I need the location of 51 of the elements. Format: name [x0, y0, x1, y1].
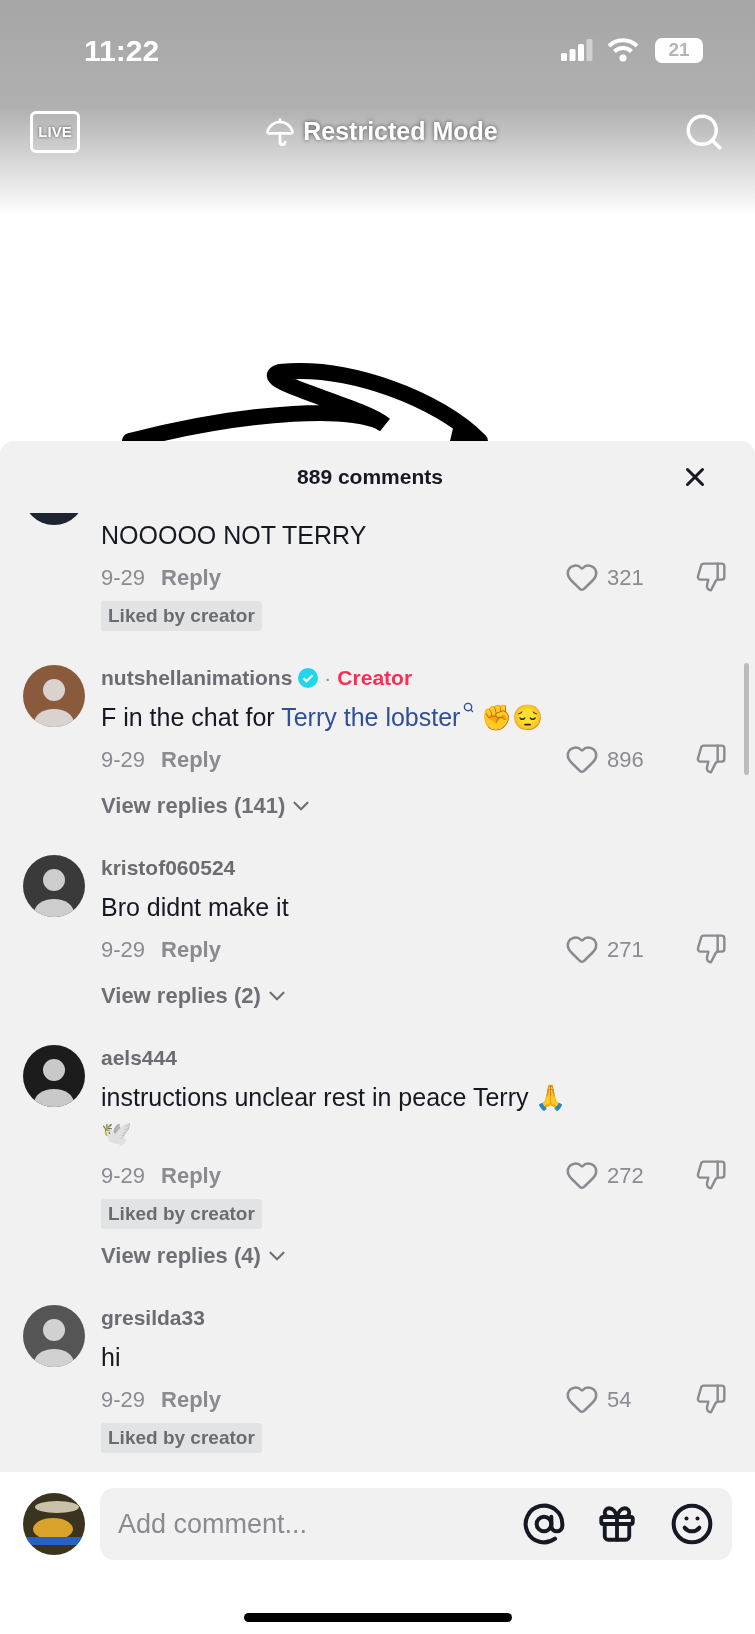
wifi-icon	[607, 38, 639, 62]
comment-date: 9-29	[101, 1161, 146, 1190]
username[interactable]: aels444	[101, 1042, 177, 1074]
dislike-icon[interactable]	[695, 1383, 727, 1415]
mention-icon[interactable]	[522, 1502, 566, 1546]
view-replies-button[interactable]: View replies (2)	[101, 981, 290, 1011]
signal-icon	[561, 39, 593, 61]
comment-field[interactable]: Add comment...	[100, 1488, 732, 1560]
comment-text: NOOOOO NOT TERRY	[101, 520, 368, 551]
like-count: 271	[607, 935, 644, 964]
comment-date: 9-29	[101, 935, 146, 964]
like-count: 272	[607, 1161, 644, 1190]
reply-button[interactable]: Reply	[161, 932, 221, 966]
comment-date: 9-29	[101, 1385, 146, 1414]
comments-title: 889 comments	[296, 464, 444, 491]
view-replies-button[interactable]: View replies (4)	[101, 1241, 290, 1271]
emoji-icon[interactable]	[670, 1502, 714, 1546]
comment-text: instructions unclear rest in peace Terry 🙏 🕊	[101, 1082, 568, 1149]
like-count: 896	[607, 745, 644, 774]
dislike-icon[interactable]	[695, 1159, 727, 1191]
view-replies-button[interactable]: View replies (141)	[101, 791, 315, 821]
username[interactable]: kristof060524	[101, 852, 236, 884]
reply-button[interactable]: Reply	[161, 1158, 221, 1192]
search-link[interactable]: Terry the lobster	[281, 703, 475, 731]
comment-date: 9-29	[101, 563, 146, 592]
verified-icon	[298, 668, 319, 688]
comment-date: 9-29	[101, 745, 146, 774]
separator-dot: ·	[324, 665, 332, 692]
creator-label: Creator	[337, 665, 413, 692]
comment-text: hi	[101, 1342, 122, 1373]
reply-button[interactable]: Reply	[161, 560, 221, 594]
like-count: 54	[607, 1385, 632, 1414]
username[interactable]: nutshellanimations	[101, 662, 293, 694]
battery-indicator: 21	[655, 37, 703, 63]
reply-button[interactable]: Reply	[161, 1382, 221, 1416]
umbrella-icon	[265, 117, 296, 147]
clock-time: 11:22	[84, 32, 160, 69]
comment-text: Bro didnt make it	[101, 892, 290, 923]
liked-by-creator-badge: Liked by creator	[101, 601, 262, 631]
like-count: 321	[607, 563, 644, 592]
username[interactable]: gresilda33	[101, 1302, 205, 1334]
search-icon	[463, 702, 475, 713]
reply-button[interactable]: Reply	[161, 742, 221, 776]
liked-by-creator-badge: Liked by creator	[101, 1423, 262, 1453]
comment-input-field[interactable]: Add comment...	[118, 1503, 522, 1545]
dislike-icon[interactable]	[695, 561, 727, 593]
comment-text: F in the chat for Terry the lobster ✊😔	[101, 701, 545, 733]
liked-by-creator-badge: Liked by creator	[101, 1199, 262, 1229]
dislike-icon[interactable]	[695, 743, 727, 775]
dislike-icon[interactable]	[695, 933, 727, 965]
gift-icon[interactable]	[596, 1503, 638, 1545]
